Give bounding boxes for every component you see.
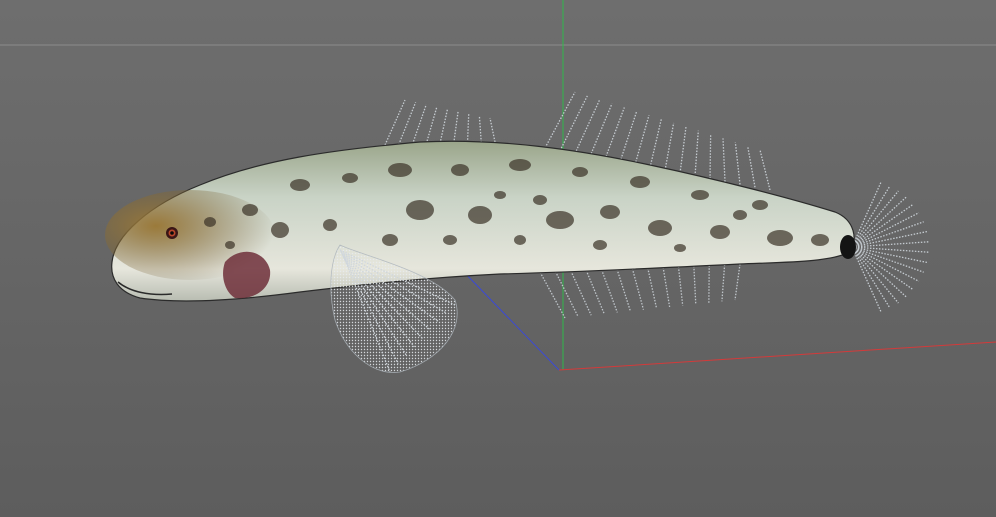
- body-spot: [600, 205, 620, 219]
- body-spot: [443, 235, 457, 245]
- body-spot: [674, 244, 686, 252]
- body-spot: [572, 167, 588, 177]
- body-spot: [767, 230, 793, 246]
- body-spot: [733, 210, 747, 220]
- body-spot: [242, 204, 258, 216]
- body-spot: [271, 222, 289, 238]
- body-spot: [204, 217, 216, 227]
- body-spot: [382, 234, 398, 246]
- body-spot: [290, 179, 310, 191]
- viewport-scene[interactable]: [0, 0, 996, 517]
- body-spot: [388, 163, 412, 177]
- body-spot: [811, 234, 829, 246]
- body-spot: [342, 173, 358, 183]
- body-spot: [323, 219, 337, 231]
- body-spot: [451, 164, 469, 176]
- body-spot: [494, 191, 506, 199]
- fish-eye-pupil: [170, 231, 174, 235]
- body-spot: [546, 211, 574, 229]
- body-spot: [468, 206, 492, 224]
- body-spot: [752, 200, 768, 210]
- body-spot: [630, 176, 650, 188]
- body-spot: [593, 240, 607, 250]
- body-spot: [225, 241, 235, 249]
- body-spot: [533, 195, 547, 205]
- body-spot: [710, 225, 730, 239]
- body-spot: [514, 235, 526, 245]
- body-spot: [509, 159, 531, 171]
- body-spot: [406, 200, 434, 220]
- body-spot: [691, 190, 709, 200]
- tail-spot: [840, 235, 856, 259]
- 3d-viewport[interactable]: [0, 0, 996, 517]
- body-spot: [648, 220, 672, 236]
